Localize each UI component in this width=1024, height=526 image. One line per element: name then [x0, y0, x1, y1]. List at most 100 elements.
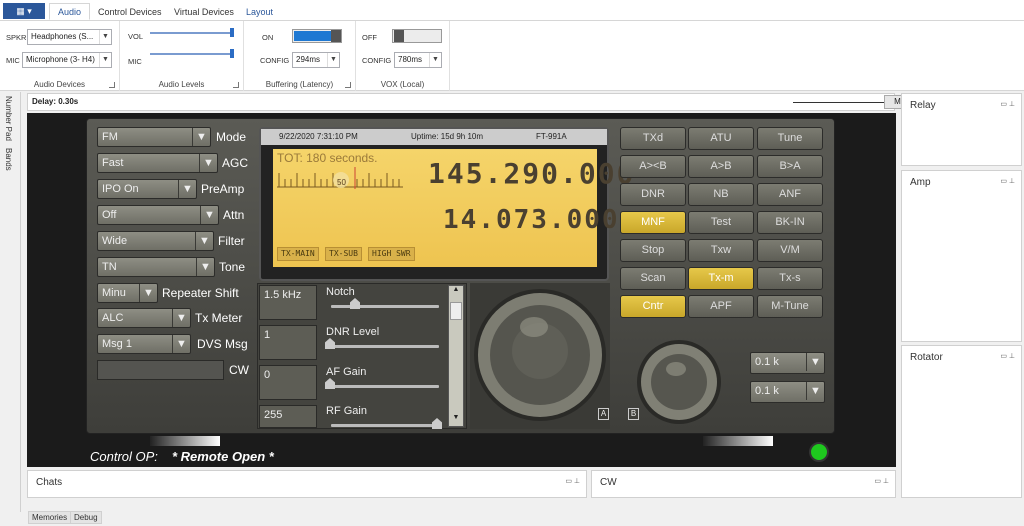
s-meter-value: 50 — [337, 178, 346, 187]
tab-virtual-devices[interactable]: Virtual Devices — [166, 4, 242, 21]
tx-main-badge: TX-MAIN — [277, 247, 319, 261]
panel-pin-icon[interactable]: ▭ ⊥ — [565, 477, 580, 485]
mic-slider[interactable] — [150, 53, 234, 55]
mic-select[interactable]: Microphone (3- H4) ▼ — [22, 52, 112, 68]
scrollbar-thumb[interactable] — [450, 302, 462, 320]
chevron-down-icon: ▼ — [196, 258, 214, 276]
chevron-down-icon: ▼ — [178, 180, 196, 198]
tab-debug[interactable]: Debug — [70, 511, 102, 524]
dialog-launcher-icon[interactable] — [109, 82, 115, 88]
sub-frequency[interactable]: 14.073.000 — [443, 205, 620, 235]
sub-knob-b[interactable] — [636, 339, 722, 425]
panel-pin-icon[interactable]: ▭ ⊥ — [1000, 100, 1015, 108]
mic-slider-thumb[interactable] — [230, 49, 234, 58]
func-button-nb[interactable]: NB — [688, 183, 754, 206]
dnr-level-value[interactable]: 1 — [259, 325, 317, 360]
tab-control-devices[interactable]: Control Devices — [90, 4, 170, 21]
func-button-a-b[interactable]: A>B — [688, 155, 754, 178]
ribbon-tab-bar: ▦ ▾ Audio Control Devices Virtual Device… — [0, 0, 1024, 21]
func-button-scan[interactable]: Scan — [620, 267, 686, 290]
repeater-shift-dropdown[interactable]: Minu ▼ — [97, 283, 158, 303]
vol-slider[interactable] — [150, 32, 234, 34]
buffering-config-select[interactable]: 294ms ▼ — [292, 52, 340, 68]
tone-dropdown[interactable]: TN ▼ — [97, 257, 215, 277]
rf-gain-label: RF Gain — [326, 405, 367, 417]
dialog-launcher-icon[interactable] — [233, 82, 239, 88]
cw-input[interactable] — [97, 360, 224, 380]
side-tab-bands[interactable]: Bands — [4, 148, 13, 171]
lcd-display: TOT: 180 seconds. 50 145.290.000 14.073.… — [273, 149, 633, 267]
rf-gain-slider[interactable] — [331, 424, 439, 427]
chevron-down-icon: ▼ — [429, 53, 441, 67]
cw-label: CW — [229, 363, 249, 377]
af-gain-value[interactable]: 0 — [259, 365, 317, 400]
func-button-mnf[interactable]: MNF — [620, 211, 686, 234]
func-button-apf[interactable]: APF — [688, 295, 754, 318]
vox-toggle[interactable] — [392, 29, 442, 43]
chevron-down-icon: ▼ — [200, 206, 218, 224]
func-button-stop[interactable]: Stop — [620, 239, 686, 262]
step-b-dropdown[interactable]: 0.1 k ▼ — [750, 381, 825, 403]
func-button-bk-in[interactable]: BK-IN — [757, 211, 823, 234]
attn-dropdown[interactable]: Off ▼ — [97, 205, 219, 225]
dnr-level-slider[interactable] — [331, 345, 439, 348]
func-button-txw[interactable]: Txw — [688, 239, 754, 262]
func-button-tune[interactable]: Tune — [757, 127, 823, 150]
func-button-tx-s[interactable]: Tx-s — [757, 267, 823, 290]
preamp-dropdown[interactable]: IPO On ▼ — [97, 179, 197, 199]
func-button-test[interactable]: Test — [688, 211, 754, 234]
amp-panel: Amp ▭ ⊥ — [901, 170, 1022, 342]
notch-value[interactable]: 1.5 kHz — [259, 285, 317, 320]
chevron-down-icon: ▼ — [327, 53, 339, 67]
func-button-cntr[interactable]: Cntr — [620, 295, 686, 318]
chevron-down-icon: ▼ — [806, 382, 824, 400]
step-a-dropdown[interactable]: 0.1 k ▼ — [750, 352, 825, 374]
chevron-down-icon: ▼ — [99, 53, 111, 67]
chats-panel-title: Chats — [36, 477, 63, 488]
buffering-toggle[interactable] — [292, 29, 342, 43]
mode-dropdown[interactable]: FM ▼ — [97, 127, 211, 147]
panel-pin-icon[interactable]: ▭ ⊥ — [874, 477, 889, 485]
chats-panel: Chats ▭ ⊥ — [27, 470, 587, 498]
func-button-dnr[interactable]: DNR — [620, 183, 686, 206]
slider-panel-scrollbar[interactable]: ▲ ▼ — [448, 285, 464, 427]
dvs-msg-dropdown[interactable]: Msg 1 ▼ — [97, 334, 191, 354]
notch-slider[interactable] — [331, 305, 439, 308]
agc-label: AGC — [222, 156, 249, 170]
func-button-txd[interactable]: TXd — [620, 127, 686, 150]
mic-device-label: MIC — [6, 56, 20, 65]
main-frequency[interactable]: 145.290.000 — [428, 157, 635, 190]
func-button-anf[interactable]: ANF — [757, 183, 823, 206]
tab-audio[interactable]: Audio — [49, 3, 91, 20]
dialog-launcher-icon[interactable] — [345, 82, 351, 88]
func-button-v-m[interactable]: V/M — [757, 239, 823, 262]
func-button-atu[interactable]: ATU — [688, 127, 754, 150]
af-gain-slider[interactable] — [331, 385, 439, 388]
tab-layout[interactable]: Layout — [238, 4, 281, 21]
cw-panel-title: CW — [600, 477, 617, 488]
vox-config-select[interactable]: 780ms ▼ — [394, 52, 442, 68]
tx-meter-dropdown[interactable]: ALC ▼ — [97, 308, 191, 328]
func-button-a-b[interactable]: A><B — [620, 155, 686, 178]
dnr-level-label: DNR Level — [326, 326, 380, 338]
agc-dropdown[interactable]: Fast ▼ — [97, 153, 218, 173]
func-button-m-tune[interactable]: M-Tune — [757, 295, 823, 318]
panel-pin-icon[interactable]: ▭ ⊥ — [1000, 177, 1015, 185]
vol-slider-thumb[interactable] — [230, 28, 234, 37]
rf-gain-value[interactable]: 255 — [259, 405, 317, 428]
spkr-label: SPKR — [6, 33, 27, 42]
main-knob-a[interactable] — [470, 283, 610, 429]
app-menu-button[interactable]: ▦ ▾ — [3, 3, 45, 19]
lcd-header: 9/22/2020 7:31:10 PM Uptime: 15d 9h 10m … — [261, 129, 607, 145]
spkr-select[interactable]: Headphones (S... ▼ — [27, 29, 112, 45]
mute-level-line — [793, 102, 885, 103]
panel-pin-icon[interactable]: ▭ ⊥ — [1000, 352, 1015, 360]
func-button-tx-m[interactable]: Tx-m — [688, 267, 754, 290]
func-button-b-a[interactable]: B>A — [757, 155, 823, 178]
tab-memories[interactable]: Memories — [28, 511, 72, 524]
audio-devices-group-label: Audio Devices — [33, 80, 86, 89]
filter-dropdown[interactable]: Wide ▼ — [97, 231, 214, 251]
vox-group: OFF CONFIG 780ms ▼ VOX (Local) — [356, 21, 450, 91]
chevron-down-icon: ▼ — [99, 30, 111, 44]
side-tab-number-pad[interactable]: Number Pad — [4, 96, 13, 141]
